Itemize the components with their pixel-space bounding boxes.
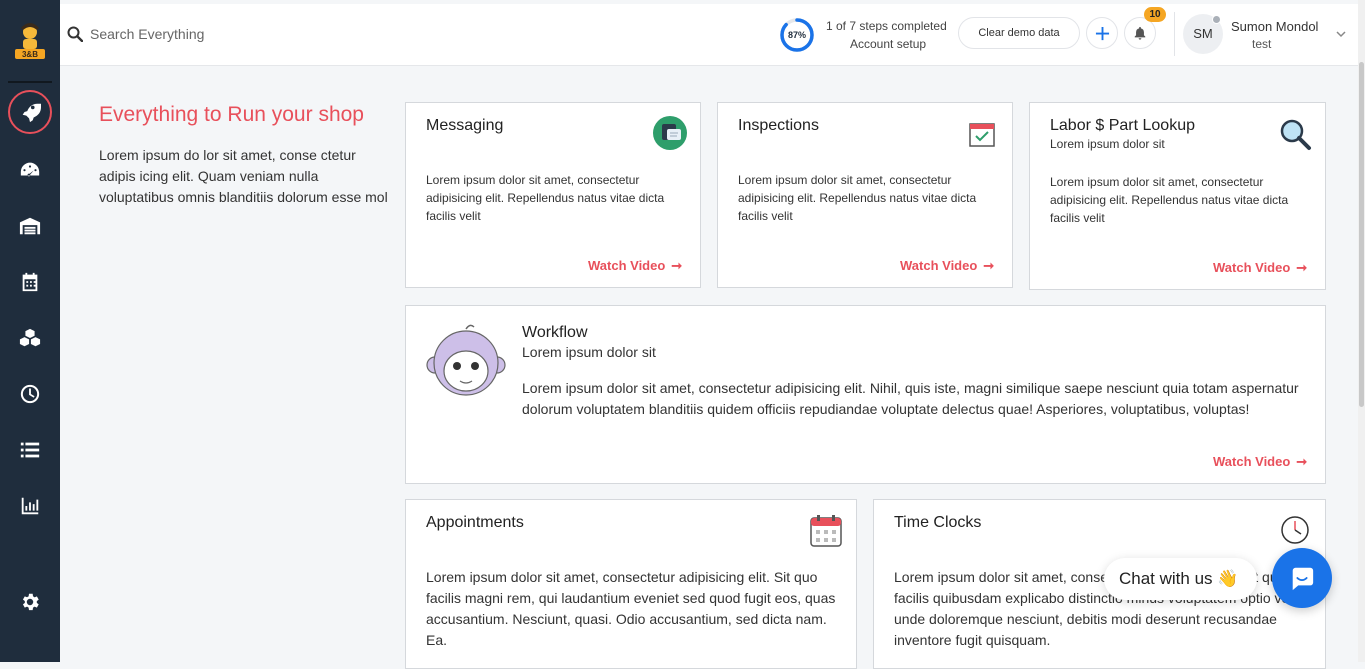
arrow-right-icon: ➞: [983, 258, 995, 273]
sidebar-item-calendar[interactable]: [15, 267, 45, 297]
app-logo[interactable]: 3&B: [9, 20, 51, 62]
watch-video-label: Watch Video: [1213, 260, 1291, 275]
sidebar-divider: [8, 81, 52, 83]
notifications-count-badge: 10: [1144, 7, 1166, 22]
sidebar-item-lists[interactable]: [15, 435, 45, 465]
card-title: Inspections: [738, 117, 819, 134]
arrow-right-icon: ➞: [671, 258, 683, 273]
chat-with-us-bubble[interactable]: Chat with us 👋: [1104, 558, 1257, 600]
setup-steps-text[interactable]: 1 of 7 steps completed: [826, 19, 947, 33]
page-title: Everything to Run your shop: [99, 103, 364, 126]
card-description: Lorem ipsum dolor sit amet, consectetur …: [426, 173, 665, 223]
card-subtitle: Lorem ipsum dolor sit: [1050, 137, 1165, 151]
watch-video-label: Watch Video: [588, 258, 666, 273]
list-icon: [20, 442, 40, 458]
watch-video-link[interactable]: Watch Video ➞: [1213, 454, 1307, 470]
labor-part-lookup-card: Labor $ Part Lookup Lorem ipsum dolor si…: [1029, 102, 1326, 290]
chat-launcher-button[interactable]: [1272, 548, 1332, 608]
calendar-icon: [22, 272, 38, 292]
user-name[interactable]: Sumon Mondol: [1231, 19, 1318, 34]
plus-icon: [1095, 26, 1109, 40]
bell-icon: [1134, 26, 1146, 40]
search-icon: [67, 26, 83, 42]
arrow-right-icon: ➞: [1296, 260, 1308, 275]
card-description: Lorem ipsum dolor sit amet, consectetur …: [1050, 175, 1289, 225]
dashboard-icon: [20, 162, 40, 177]
card-title: Messaging: [426, 117, 504, 134]
chevron-down-icon[interactable]: [1335, 28, 1347, 40]
workflow-card: Workflow Lorem ipsum dolor sit Lorem ips…: [405, 305, 1326, 484]
card-description: Lorem ipsum dolor sit amet, consectetur …: [426, 569, 836, 648]
presence-status-dot: [1212, 15, 1221, 24]
card-description: Lorem ipsum dolor sit amet, consectetur …: [738, 173, 977, 223]
boxes-icon: [19, 328, 41, 347]
magnifier-icon: [1280, 119, 1311, 150]
page-intro-text: Lorem ipsum do lor sit amet, conse ctetu…: [99, 147, 388, 205]
card-title: Time Clocks: [894, 514, 982, 531]
watch-video-link[interactable]: Watch Video ➞: [1213, 260, 1307, 276]
inspections-card: Inspections Lorem ipsum dolor sit amet, …: [717, 102, 1013, 288]
card-subtitle: Lorem ipsum dolor sit: [522, 344, 656, 360]
gear-icon: [22, 593, 39, 611]
chat-icon: [1292, 567, 1314, 591]
clock-icon: [20, 384, 40, 404]
checklist-calendar-icon: [969, 123, 995, 147]
top-bar: 87% 1 of 7 steps completed Account setup…: [60, 4, 1358, 66]
garage-icon: [19, 217, 41, 235]
watch-video-label: Watch Video: [900, 258, 978, 273]
sidebar-item-reports[interactable]: [15, 491, 45, 521]
card-title: Appointments: [426, 514, 524, 531]
arrow-right-icon: ➞: [1296, 454, 1308, 469]
setup-steps-subtitle[interactable]: Account setup: [850, 37, 926, 51]
sidebar: 3&B: [0, 0, 60, 662]
sidebar-item-garage[interactable]: [15, 211, 45, 241]
clock-icon: [1281, 516, 1309, 544]
card-description: Lorem ipsum dolor sit amet, consectetur …: [522, 380, 1299, 417]
sidebar-item-dashboard[interactable]: [15, 155, 45, 185]
time-clocks-card: Time Clocks Lorem ipsum dolor sit amet, …: [873, 499, 1326, 669]
svg-text:3&B: 3&B: [22, 50, 38, 59]
sidebar-item-inventory[interactable]: [15, 323, 45, 353]
card-title: Workflow: [522, 324, 588, 341]
watch-video-label: Watch Video: [1213, 454, 1291, 469]
watch-video-link[interactable]: Watch Video ➞: [900, 258, 994, 274]
user-role[interactable]: test: [1252, 37, 1271, 51]
appointments-card: Appointments Lorem ipsum dolor sit amet,…: [405, 499, 857, 669]
sidebar-item-settings[interactable]: [15, 587, 45, 617]
monkey-mascot-icon: [426, 324, 506, 396]
header-divider: [1174, 12, 1175, 56]
chart-icon: [21, 497, 39, 515]
calendar-icon: [810, 515, 842, 547]
card-title: Labor $ Part Lookup: [1050, 117, 1195, 134]
watch-video-link[interactable]: Watch Video ➞: [588, 258, 682, 274]
sidebar-item-getting-started[interactable]: [8, 90, 52, 134]
messaging-card: Messaging Lorem ipsum dolor sit amet, co…: [405, 102, 701, 288]
rocket-icon: [22, 103, 41, 123]
clear-demo-data-button[interactable]: Clear demo data: [958, 17, 1080, 49]
sidebar-item-timeclock[interactable]: [15, 379, 45, 409]
setup-progress-percent: 87%: [787, 30, 806, 40]
add-button[interactable]: [1086, 17, 1118, 49]
search-input[interactable]: [90, 21, 490, 47]
page-scrollbar-thumb[interactable]: [1359, 62, 1364, 407]
chat-message-icon: [653, 116, 687, 150]
